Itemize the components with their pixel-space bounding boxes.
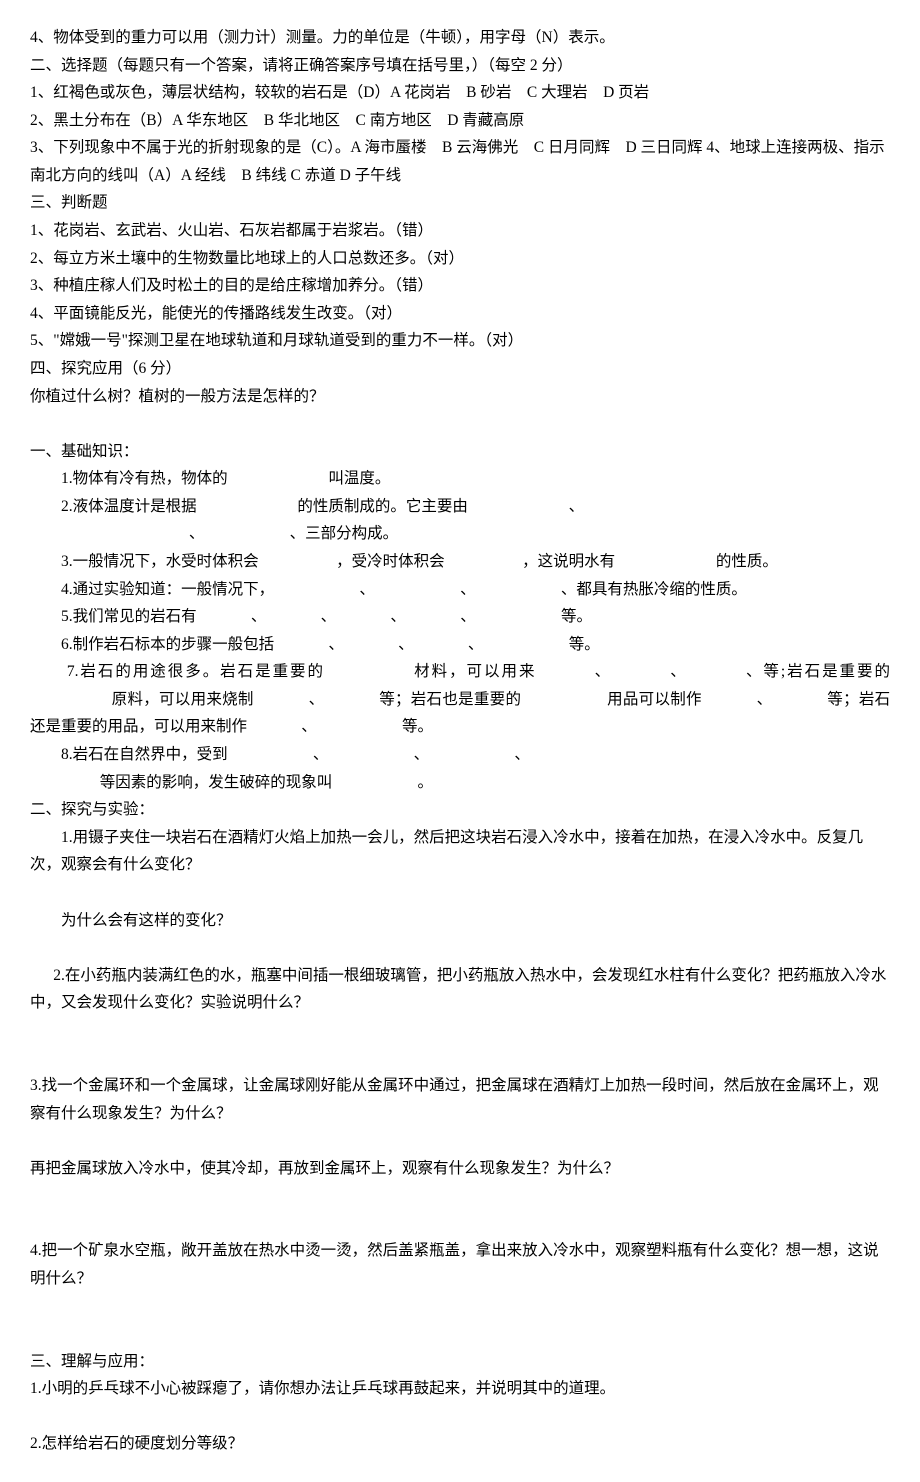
text-line: 3、下列现象中不属于光的折射现象的是（C）。A 海市蜃楼 B 云海佛光 C 日月…	[30, 134, 890, 189]
text: 、	[514, 746, 530, 763]
fill-blank-line: 、 、三部分构成。	[30, 520, 890, 548]
blank-line	[30, 1044, 890, 1072]
fill-blank-line: 4.通过实验知道：一般情况下， 、 、 、都具有热胀冷缩的性质。	[30, 576, 890, 604]
text: 、	[398, 636, 414, 653]
section-title: 二、选择题（每题只有一个答案，请将正确答案序号填在括号里，）（每空 2 分）	[30, 52, 890, 80]
fill-blank-line: 3.一般情况下，水受时体积会 ，受冷时体积会 ，这说明水有 的性质。	[30, 548, 890, 576]
text: 等。	[569, 636, 600, 653]
text: 等因素的影响，发生破碎的现象叫	[100, 774, 333, 791]
text: 叫温度。	[328, 470, 390, 487]
section-title: 二、探究与实验：	[30, 796, 890, 824]
blank-line	[30, 1320, 890, 1348]
text-line: 5、"嫦娥一号"探测卫星在地球轨道和月球轨道受到的重力不一样。（对）	[30, 327, 890, 355]
text: 、	[328, 636, 344, 653]
text: 5.我们常见的岩石有	[61, 608, 197, 625]
blank-line	[30, 1182, 890, 1210]
text-line: 2、黑土分布在（B）A 华东地区 B 华北地区 C 南方地区 D 青藏高原	[30, 107, 890, 135]
text: ，受冷时体积会	[336, 553, 445, 570]
blank-line	[30, 1017, 890, 1045]
text-line: 为什么会有这样的变化？	[30, 907, 890, 935]
text-line: 4、物体受到的重力可以用（测力计）测量。力的单位是（牛顿），用字母（N）表示。	[30, 24, 890, 52]
text: 、	[189, 525, 205, 542]
text: 、	[390, 608, 406, 625]
text: 8.岩石在自然界中，受到	[61, 746, 228, 763]
blank-line	[30, 1210, 890, 1238]
text: 、	[569, 498, 585, 515]
text-line: 1、花岗岩、玄武岩、火山岩、石灰岩都属于岩浆岩。（错）	[30, 217, 890, 245]
text: 、	[301, 718, 317, 735]
blank-line	[30, 410, 890, 438]
blank-line	[30, 879, 890, 907]
text-line: 4.把一个矿泉水空瓶，敞开盖放在热水中烫一烫，然后盖紧瓶盖，拿出来放入冷水中，观…	[30, 1237, 890, 1292]
text-line: 1.用镊子夹住一块岩石在酒精灯火焰上加热一会儿，然后把这块岩石浸入冷水中，接着在…	[30, 824, 890, 879]
fill-blank-line: 1.物体有冷有热，物体的 叫温度。	[30, 465, 890, 493]
text: 、都具有热胀冷缩的性质。	[561, 581, 747, 598]
fill-blank-line: 6.制作岩石标本的步骤一般包括 、 、 、 等。	[30, 631, 890, 659]
text: 、	[460, 581, 476, 598]
text: 3.一般情况下，水受时体积会	[61, 553, 259, 570]
text-line: 2、每立方米土壤中的生物数量比地球上的人口总数还多。（对）	[30, 245, 890, 273]
section-title: 四、探究应用（6 分）	[30, 355, 890, 383]
text: 、	[414, 746, 430, 763]
text: 、	[321, 608, 337, 625]
text: 1.物体有冷有热，物体的	[61, 470, 228, 487]
fill-blank-line: 8.岩石在自然界中，受到 、 、 、	[30, 741, 890, 769]
fill-blank-line: 7.岩石的用途很多。岩石是重要的 材料，可以用来 、 、 、等;岩石是重要的 原…	[30, 658, 890, 741]
text: 、	[460, 608, 476, 625]
text: 7.岩石的用途很多。岩石是重要的	[67, 663, 325, 680]
text: 、	[309, 691, 325, 708]
text: 4.通过实验知道：一般情况下，	[61, 581, 274, 598]
text-line: 1、红褐色或灰色，薄层状结构，较软的岩石是（D）A 花岗岩 B 砂岩 C 大理岩…	[30, 79, 890, 107]
text: 的性质制成的。它主要由	[297, 498, 468, 515]
text: 6.制作岩石标本的步骤一般包括	[61, 636, 274, 653]
blank-line	[30, 1127, 890, 1155]
text: 。	[418, 774, 434, 791]
text-line: 4、平面镜能反光，能使光的传播路线发生改变。（对）	[30, 300, 890, 328]
text-line: 3.找一个金属环和一个金属球，让金属球刚好能从金属环中通过，把金属球在酒精灯上加…	[30, 1072, 890, 1127]
text: 、	[670, 663, 687, 680]
text: 的性质。	[716, 553, 778, 570]
section-title: 三、判断题	[30, 189, 890, 217]
text: 原料，可以用来烧制	[112, 691, 254, 708]
text: 等；岩石也是重要的	[379, 691, 521, 708]
text: 、等;岩石是重要的	[746, 663, 890, 680]
text: 等。	[402, 718, 433, 735]
section-title: 三、理解与应用：	[30, 1348, 890, 1376]
text: 、三部分构成。	[290, 525, 399, 542]
text-line: 再把金属球放入冷水中，使其冷却，再放到金属环上，观察有什么现象发生？为什么？	[30, 1155, 890, 1183]
text: 材料，可以用来	[414, 663, 536, 680]
text-line: 2.在小药瓶内装满红色的水，瓶塞中间插一根细玻璃管，把小药瓶放入热水中，会发现红…	[30, 962, 890, 1017]
text: 、	[595, 663, 612, 680]
blank-line	[30, 934, 890, 962]
fill-blank-line: 等因素的影响，发生破碎的现象叫 。	[30, 769, 890, 797]
text-line: 1.小明的乒乓球不小心被踩瘪了，请你想办法让乒乓球再鼓起来，并说明其中的道理。	[30, 1375, 890, 1403]
text: 2.液体温度计是根据	[61, 498, 197, 515]
fill-blank-line: 2.液体温度计是根据 的性质制成的。它主要由 、	[30, 493, 890, 521]
fill-blank-line: 5.我们常见的岩石有 、 、 、 、 等。	[30, 603, 890, 631]
text: 、	[313, 746, 329, 763]
blank-line	[30, 1293, 890, 1321]
text: 用品可以制作	[607, 691, 702, 708]
text-line: 3、种植庄稼人们及时松土的目的是给庄稼增加养分。（错）	[30, 272, 890, 300]
blank-line	[30, 1403, 890, 1431]
text: 、	[757, 691, 773, 708]
text: 、	[359, 581, 375, 598]
text: 等。	[561, 608, 592, 625]
text: ，这说明水有	[522, 553, 615, 570]
text-line: 2.怎样给岩石的硬度划分等级？	[30, 1430, 890, 1458]
text: 、	[251, 608, 267, 625]
text: 、	[468, 636, 484, 653]
section-title: 一、基础知识：	[30, 438, 890, 466]
text-line: 你植过什么树？植树的一般方法是怎样的？	[30, 383, 890, 411]
